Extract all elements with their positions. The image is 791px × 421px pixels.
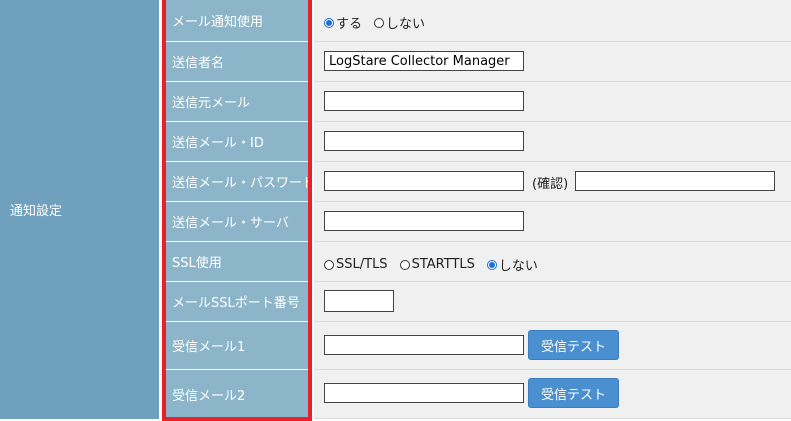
row-ssl-port [314, 282, 791, 322]
ssl-option-starttls-label: STARTTLS [411, 257, 475, 272]
ssl-option-none[interactable]: しない [486, 255, 538, 274]
label-sender-server: 送信メール・サーバ [162, 202, 312, 242]
recv-test-button-2[interactable]: 受信テスト [528, 378, 620, 408]
row-sender-mail [314, 82, 791, 122]
radio-checked-icon[interactable] [486, 259, 497, 270]
row-recv-mail2: 受信テスト [314, 370, 791, 419]
sender-password-confirm-input[interactable] [575, 171, 775, 191]
row-mail-notify: する しない [314, 0, 791, 42]
row-sender-id [314, 122, 791, 162]
ssl-option-starttls[interactable]: STARTTLS [399, 257, 475, 272]
ssl-option-none-label: しない [498, 259, 538, 274]
ssl-option-ssl-tls[interactable]: SSL/TLS [324, 257, 388, 272]
mail-notify-option-no-label: しない [386, 17, 426, 32]
mail-notify-option-yes-label: する [336, 17, 363, 32]
row-sender-name [314, 42, 791, 82]
ssl-option-ssl-tls-label: SSL/TLS [336, 257, 388, 272]
row-ssl-use: SSL/TLS STARTTLS しない [314, 242, 791, 282]
mail-notify-option-no[interactable]: しない [374, 13, 425, 32]
label-recv-mail1: 受信メール1 [162, 322, 312, 370]
radio-unchecked-icon[interactable] [399, 259, 410, 270]
section-label: 通知設定 [10, 204, 63, 219]
label-ssl-use: SSL使用 [162, 242, 312, 282]
ssl-radio-group: SSL/TLS STARTTLS しない [324, 255, 548, 274]
sender-mail-input[interactable] [324, 91, 524, 111]
label-recv-mail2: 受信メール2 [162, 370, 312, 419]
label-sender-id: 送信メール・ID [162, 122, 312, 162]
sender-password-input[interactable] [324, 171, 524, 191]
recv-test-button-1[interactable]: 受信テスト [528, 330, 620, 360]
row-sender-password: (確認) [314, 162, 791, 202]
recv-mail1-input[interactable] [324, 335, 524, 355]
field-labels-column: メール通知使用 送信者名 送信元メール 送信メール・ID 送信メール・パスワード… [162, 0, 312, 421]
field-values-column: する しない (確認) SSL/TLS [314, 0, 791, 421]
row-recv-mail1: 受信テスト [314, 322, 791, 370]
sender-id-input[interactable] [324, 131, 524, 151]
label-ssl-port: メールSSLポート番号 [162, 282, 312, 322]
label-sender-name: 送信者名 [162, 42, 312, 82]
ssl-port-input[interactable] [324, 290, 394, 312]
label-mail-notify: メール通知使用 [162, 0, 312, 42]
recv-mail2-input[interactable] [324, 383, 524, 403]
sender-name-input[interactable] [324, 51, 524, 71]
mail-notify-radio-group: する しない [324, 13, 435, 32]
label-sender-mail: 送信元メール [162, 82, 312, 122]
radio-checked-icon[interactable] [324, 17, 334, 28]
label-sender-password: 送信メール・パスワード [162, 162, 312, 202]
confirm-label: (確認) [532, 177, 569, 192]
mail-notify-option-yes[interactable]: する [324, 13, 362, 32]
section-notification-settings: 通知設定 [0, 0, 160, 419]
row-sender-server [314, 202, 791, 242]
sender-server-input[interactable] [324, 211, 524, 231]
radio-unchecked-icon[interactable] [324, 259, 334, 270]
radio-unchecked-icon[interactable] [374, 17, 385, 28]
